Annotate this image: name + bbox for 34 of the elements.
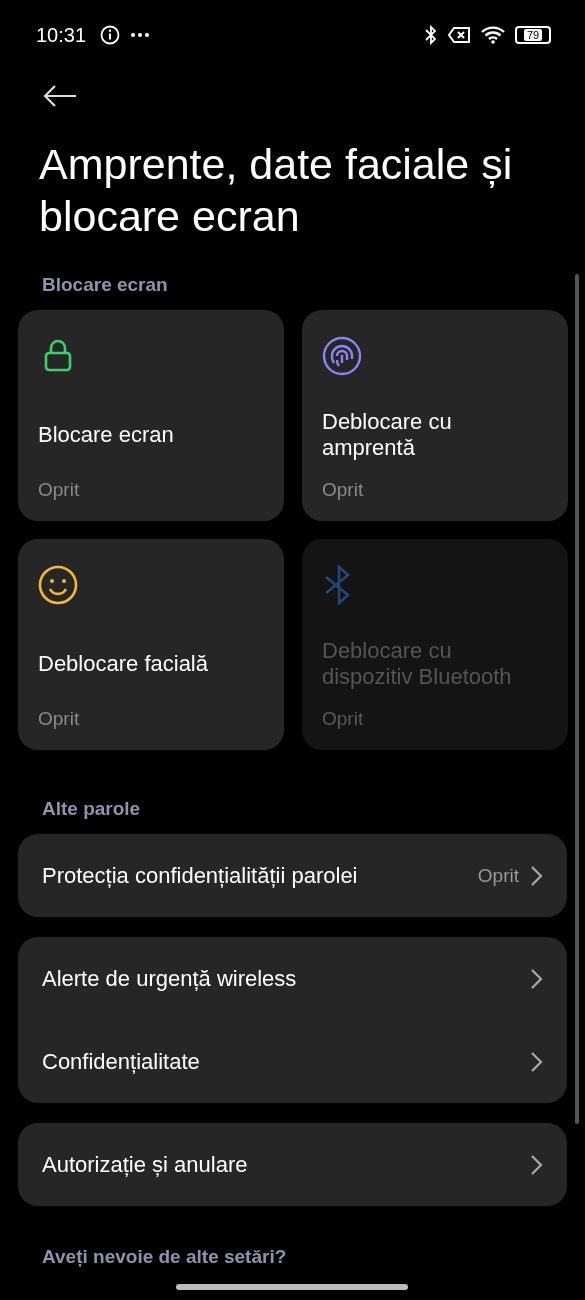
tile-label: Deblocare cu dispozitiv Bluetooth — [322, 638, 513, 690]
smiley-face-icon — [38, 565, 78, 605]
tile-status: Oprit — [322, 708, 365, 730]
setting-tile[interactable]: Blocare ecran Oprit — [18, 310, 284, 521]
back-arrow-icon[interactable] — [42, 84, 78, 108]
section-header: Aveți nevoie de alte setări? — [42, 1246, 288, 1268]
setting-tile[interactable]: Deblocare facială Oprit — [18, 539, 284, 750]
battery-icon: 79 — [515, 26, 551, 44]
chevron-right-icon — [529, 1050, 543, 1073]
setting-tile[interactable]: Deblocare cu amprentă Oprit — [302, 310, 568, 521]
chevron-right-icon — [529, 967, 543, 990]
row-label[interactable]: Protecția confidențialității parolei — [42, 862, 468, 889]
tile-status: Oprit — [322, 479, 365, 501]
tile-label: Deblocare cu amprentă — [322, 409, 453, 461]
sim-icon — [447, 26, 471, 44]
tile-label: Blocare ecran — [38, 421, 175, 449]
chevron-right-icon — [529, 1153, 543, 1176]
info-icon — [99, 24, 122, 46]
section-header: Blocare ecran — [42, 274, 169, 296]
status-time: 10:31 — [36, 23, 87, 47]
tile-status: Oprit — [38, 708, 81, 730]
section-header: Alte parole — [42, 798, 142, 820]
row-value: Oprit — [477, 864, 519, 887]
row-label[interactable]: Autorizație și anulare — [42, 1151, 519, 1178]
bluetooth-icon — [424, 25, 438, 45]
wifi-icon — [480, 25, 506, 45]
chevron-right-icon — [529, 864, 543, 887]
row-label[interactable]: Confidențialitate — [42, 1048, 519, 1075]
row-label[interactable]: Alerte de urgență wireless — [42, 965, 519, 992]
fingerprint-icon — [322, 336, 362, 376]
more-icon — [130, 32, 151, 38]
page-title: Amprente, date faciale și blocare ecran — [39, 139, 514, 242]
tile-status: Oprit — [38, 479, 81, 501]
tile-label: Deblocare facială — [38, 650, 209, 678]
